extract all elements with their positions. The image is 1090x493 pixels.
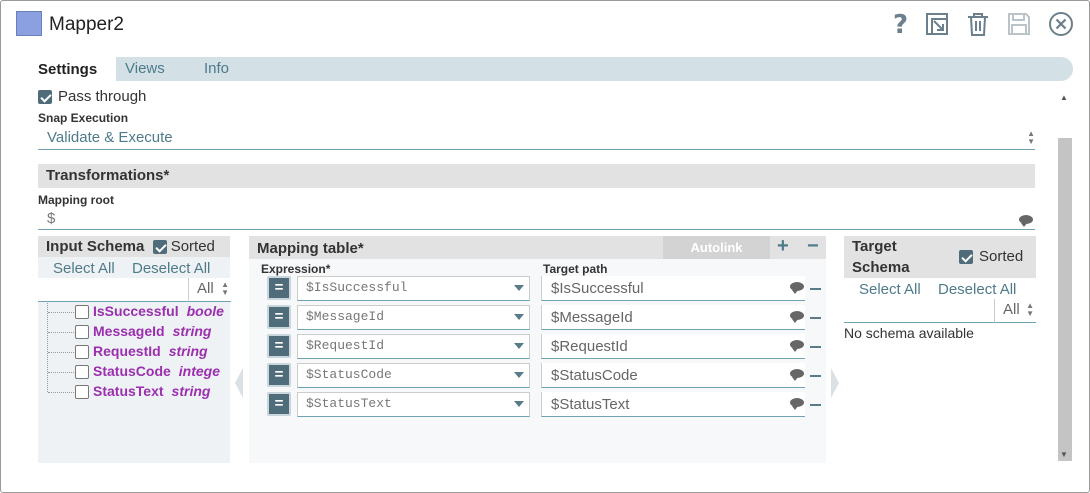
target-schema-type-select[interactable]: All ▲ ▼ — [994, 299, 1036, 323]
mapping-row: = $RequestId $RequestId — [267, 334, 823, 359]
schema-field-item[interactable]: StatusCode intege — [75, 363, 220, 383]
expression-input[interactable]: $StatusText — [297, 392, 530, 417]
target-type-value: All — [1003, 301, 1020, 318]
expression-input[interactable]: $StatusCode — [297, 363, 530, 388]
target-schema-filter-input[interactable] — [844, 299, 994, 323]
field-checkbox[interactable] — [75, 365, 89, 380]
target-schema-title-line1: Target — [852, 238, 897, 255]
remove-row-icon[interactable] — [810, 317, 821, 319]
expression-value: $IsSuccessful — [306, 280, 408, 295]
target-path-input[interactable]: $IsSuccessful — [541, 276, 805, 301]
mapping-table-title: Mapping table* — [257, 240, 364, 257]
field-checkbox[interactable] — [75, 305, 89, 320]
expression-value: $StatusCode — [306, 367, 392, 382]
mapping-row: = $IsSuccessful $IsSuccessful — [267, 276, 823, 301]
field-name: RequestId — [93, 343, 161, 359]
field-name: MessageId — [93, 323, 165, 339]
save-icon[interactable] — [1004, 9, 1034, 39]
target-path-input[interactable]: $StatusText — [541, 392, 805, 417]
schema-field-item[interactable]: RequestId string — [75, 343, 208, 363]
no-schema-text: No schema available — [844, 325, 974, 341]
field-name: StatusCode — [93, 363, 171, 379]
schema-field-item[interactable]: MessageId string — [75, 323, 211, 343]
svg-text:?: ? — [893, 11, 908, 37]
input-schema-list: IsSuccessful boole MessageId string Reques… — [1, 1, 230, 493]
comment-icon[interactable] — [790, 311, 804, 323]
field-type: boole — [186, 303, 224, 319]
scroll-up-arrow[interactable]: ▲ — [1060, 93, 1068, 102]
expression-toggle-button[interactable]: = — [267, 363, 291, 387]
chevron-down-icon[interactable] — [514, 285, 524, 291]
export-icon[interactable] — [922, 9, 952, 39]
expression-input[interactable]: $MessageId — [297, 305, 530, 330]
autolink-button[interactable]: Autolink — [663, 236, 770, 259]
help-icon[interactable]: ? — [886, 9, 916, 39]
target-schema-header: Target Schema Sorted — [844, 236, 1036, 278]
target-path-value: $StatusText — [551, 396, 630, 413]
chevron-right-icon[interactable] — [830, 368, 840, 398]
target-schema-title-line2: Schema — [852, 259, 910, 276]
mapping-row: = $StatusCode $StatusCode — [267, 363, 823, 388]
target-select-all-link[interactable]: Select All — [859, 281, 921, 298]
expression-input[interactable]: $IsSuccessful — [297, 276, 530, 301]
mapping-row: = $MessageId $MessageId — [267, 305, 823, 330]
expression-value: $RequestId — [306, 338, 385, 353]
remove-row-icon[interactable] — [810, 375, 821, 377]
mapping-row: = $StatusText $StatusText — [267, 392, 823, 417]
target-deselect-all-link[interactable]: Deselect All — [938, 281, 1016, 298]
expression-toggle-button[interactable]: = — [267, 392, 291, 416]
field-type: string — [168, 343, 208, 359]
target-path-input[interactable]: $RequestId — [541, 334, 805, 359]
close-icon[interactable] — [1046, 9, 1076, 39]
target-path-value: $MessageId — [551, 309, 633, 326]
scrollbar-thumb[interactable] — [1058, 138, 1072, 461]
expression-toggle-button[interactable]: = — [267, 276, 291, 300]
chevron-down-icon[interactable] — [514, 401, 524, 407]
scroll-down-arrow[interactable]: ▼ — [1060, 450, 1068, 459]
remove-row-icon[interactable] — [810, 288, 821, 290]
field-checkbox[interactable] — [75, 345, 89, 360]
comment-icon[interactable] — [1019, 215, 1033, 227]
expression-value: $MessageId — [306, 309, 385, 324]
expression-toggle-button[interactable]: = — [267, 334, 291, 358]
field-type: string — [171, 383, 211, 399]
target-sorted-label: Sorted — [979, 248, 1024, 265]
schema-field-item[interactable]: StatusText string — [75, 383, 210, 403]
comment-icon[interactable] — [790, 282, 804, 294]
chevron-down-icon[interactable] — [514, 372, 524, 378]
target-path-value: $RequestId — [551, 338, 628, 355]
chevron-down-icon[interactable] — [514, 343, 524, 349]
chevron-down-icon[interactable] — [514, 314, 524, 320]
chevron-left-icon[interactable] — [234, 368, 244, 398]
comment-icon[interactable] — [790, 398, 804, 410]
remove-row-icon[interactable] — [810, 404, 821, 406]
field-type: intege — [178, 363, 221, 379]
comment-icon[interactable] — [790, 340, 804, 352]
field-checkbox[interactable] — [75, 325, 89, 340]
mapper-dialog: Mapper2 ? Settings Views Info ▲ ▼ Pass t… — [0, 0, 1090, 493]
expression-value: $StatusText — [306, 396, 392, 411]
target-sorted-checkbox[interactable] — [959, 250, 973, 264]
expression-input[interactable]: $RequestId — [297, 334, 530, 359]
field-name: IsSuccessful — [93, 303, 179, 319]
target-path-value: $StatusCode — [551, 367, 638, 384]
field-type: string — [172, 323, 212, 339]
target-path-input[interactable]: $MessageId — [541, 305, 805, 330]
target-path-input[interactable]: $StatusCode — [541, 363, 805, 388]
expression-column-header: Expression* — [261, 262, 331, 276]
target-path-column-header: Target path — [543, 262, 608, 276]
target-path-value: $IsSuccessful — [551, 280, 644, 297]
comment-icon[interactable] — [790, 369, 804, 381]
field-name: StatusText — [93, 383, 164, 399]
field-checkbox[interactable] — [75, 385, 89, 400]
remove-row-icon[interactable] — [810, 346, 821, 348]
select-updown-icon: ▲ ▼ — [1026, 301, 1034, 318]
expression-toggle-button[interactable]: = — [267, 305, 291, 329]
select-updown-icon: ▲ ▼ — [1027, 129, 1035, 146]
trash-icon[interactable] — [963, 9, 993, 39]
add-row-button[interactable]: + — [777, 235, 789, 258]
remove-row-button[interactable]: − — [807, 235, 819, 258]
schema-field-item[interactable]: IsSuccessful boole — [75, 303, 224, 323]
